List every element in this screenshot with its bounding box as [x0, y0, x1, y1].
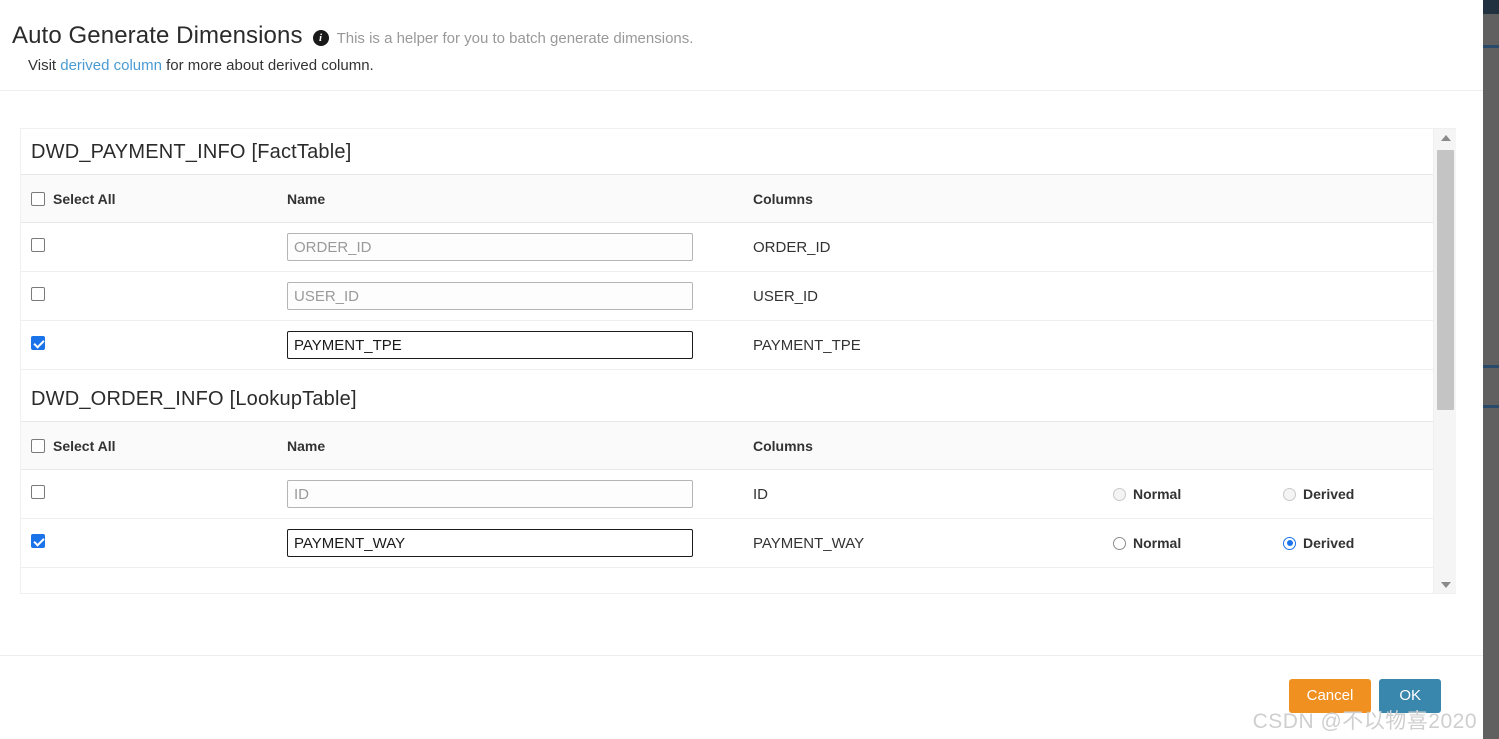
select-all-header-cell: Select All [21, 421, 277, 470]
select-all-header-cell: Select All [21, 174, 277, 223]
row-normal-cell: Normal [1103, 518, 1273, 568]
row-checkbox-cell [21, 469, 277, 519]
table-header-row: Select All Name Columns [21, 174, 1433, 223]
row-derived-cell [1273, 320, 1433, 370]
row-derived-cell: Derived [1273, 518, 1433, 568]
row-column-name: ID [743, 469, 1103, 519]
table-row[interactable]: PAYMENT_TPE [21, 320, 1433, 370]
derived-radio-label: Derived [1303, 535, 1355, 551]
row-checkbox-cell [21, 518, 277, 568]
table-header-row: Select All Name Columns [21, 421, 1433, 470]
page-scrollbar-thumb[interactable] [1483, 0, 1499, 14]
header-sub-prefix: Visit [28, 57, 61, 74]
row-column-name: PAYMENT_TPE [743, 320, 1103, 370]
tables-container: DWD_PAYMENT_INFO [FactTable] Select All [21, 129, 1433, 568]
select-all-checkbox[interactable] [31, 438, 45, 453]
dimension-name-input[interactable] [287, 282, 693, 310]
row-derived-cell [1273, 271, 1433, 321]
header-hint-text: This is a helper for you to batch genera… [336, 30, 694, 47]
header-title-row: Auto Generate Dimensions i This is a hel… [12, 22, 693, 50]
columns-column-header: Columns [743, 174, 1103, 223]
type-column-header-empty [1103, 174, 1273, 223]
dialog-body-scroll-area[interactable]: DWD_PAYMENT_INFO [FactTable] Select All [20, 128, 1456, 594]
row-name-cell [277, 320, 743, 370]
row-normal-cell [1103, 320, 1273, 370]
dimension-name-input[interactable] [287, 480, 693, 508]
row-column-name: ORDER_ID [743, 222, 1103, 272]
table-row[interactable]: PAYMENT_WAY Normal Derived [21, 518, 1433, 568]
dimension-name-input[interactable] [287, 529, 693, 557]
type-column-header-empty [1103, 421, 1273, 470]
row-derived-cell: Derived [1273, 469, 1433, 519]
row-checkbox[interactable] [31, 287, 45, 301]
row-checkbox-cell [21, 271, 277, 321]
page-vertical-scrollbar[interactable] [1483, 0, 1499, 739]
row-checkbox-cell [21, 320, 277, 370]
normal-radio[interactable] [1113, 487, 1126, 501]
page-scrollbar-mark [1483, 365, 1499, 368]
info-circle-icon: i [312, 30, 329, 46]
lookup-table-title: DWD_ORDER_INFO [LookupTable] [31, 388, 357, 410]
page-scrollbar-mark [1483, 405, 1499, 408]
page-title: Auto Generate Dimensions [12, 22, 303, 49]
row-normal-cell [1103, 271, 1273, 321]
row-checkbox[interactable] [31, 336, 45, 350]
table-row[interactable]: ORDER_ID [21, 222, 1433, 272]
row-name-cell [277, 271, 743, 321]
fact-table-title: DWD_PAYMENT_INFO [FactTable] [31, 141, 352, 163]
row-derived-cell [1273, 222, 1433, 272]
normal-radio[interactable] [1113, 536, 1126, 550]
select-all-checkbox[interactable] [31, 191, 45, 206]
type-column-header-empty-2 [1273, 174, 1433, 223]
row-name-cell [277, 469, 743, 519]
row-checkbox[interactable] [31, 238, 45, 252]
lookup-table-grid: Select All Name Columns ID ID Normal Der… [21, 421, 1433, 568]
row-name-cell [277, 222, 743, 272]
watermark-text: CSDN @不以物喜2020 [1252, 710, 1477, 733]
auto-generate-dimensions-dialog: Auto Generate Dimensions i This is a hel… [0, 0, 1499, 739]
derived-column-link[interactable]: derived column [60, 57, 162, 74]
dimension-name-input[interactable] [287, 331, 693, 359]
derived-radio-label: Derived [1303, 486, 1355, 502]
row-checkbox[interactable] [31, 485, 45, 499]
derived-radio[interactable] [1283, 487, 1296, 501]
table-row[interactable]: ID Normal Derived [21, 469, 1433, 519]
scroll-down-arrow-icon[interactable] [1434, 576, 1456, 593]
row-normal-cell: Normal [1103, 469, 1273, 519]
select-all-label: Select All [53, 190, 116, 207]
header-subtext: Visit derived column for more about deri… [28, 57, 374, 74]
row-checkbox-cell [21, 222, 277, 272]
page-scrollbar-mark [1483, 45, 1499, 48]
dialog-header: Auto Generate Dimensions i This is a hel… [0, 0, 1483, 91]
table-row[interactable]: USER_ID [21, 271, 1433, 321]
select-all-label: Select All [53, 437, 116, 454]
body-vertical-scrollbar[interactable] [1433, 129, 1456, 593]
row-checkbox[interactable] [31, 534, 45, 548]
row-column-name: PAYMENT_WAY [743, 518, 1103, 568]
scroll-up-arrow-icon[interactable] [1434, 129, 1456, 146]
dimension-name-input[interactable] [287, 233, 693, 261]
header-sub-suffix: for more about derived column. [161, 57, 374, 74]
columns-column-header: Columns [743, 421, 1103, 470]
row-name-cell [277, 518, 743, 568]
normal-radio-label: Normal [1133, 535, 1182, 551]
type-column-header-empty-2 [1273, 421, 1433, 470]
normal-radio-label: Normal [1133, 486, 1182, 502]
derived-radio[interactable] [1283, 536, 1296, 550]
scrollbar-thumb[interactable] [1437, 150, 1454, 410]
row-normal-cell [1103, 222, 1273, 272]
fact-table-grid: Select All Name Columns ORDER_ID ORDER_I… [21, 174, 1433, 370]
row-column-name: USER_ID [743, 271, 1103, 321]
name-column-header: Name [277, 174, 743, 223]
name-column-header: Name [277, 421, 743, 470]
